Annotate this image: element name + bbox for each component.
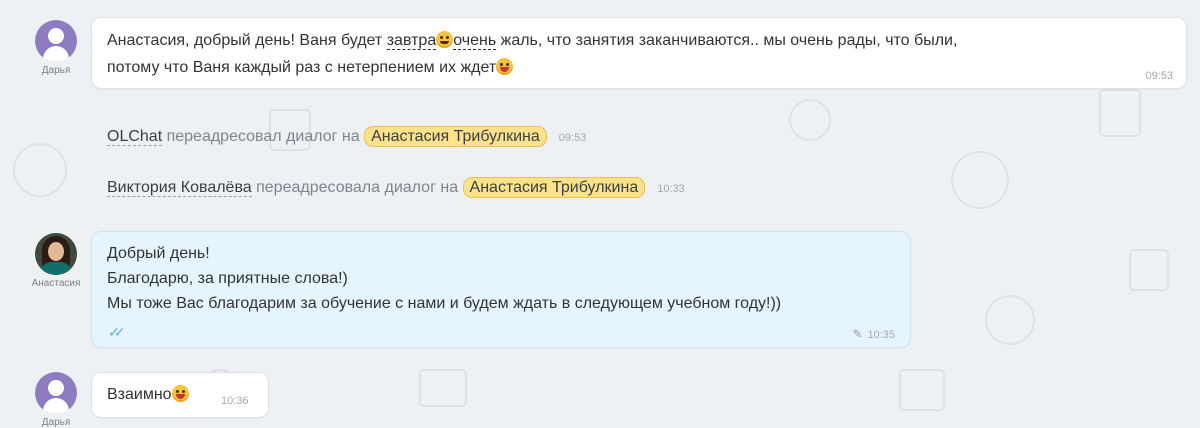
author-name: Дарья [41,417,71,428]
avatar[interactable] [35,233,77,275]
avatar[interactable] [35,372,77,414]
message-time: 10:36 [221,395,249,407]
operator-tag[interactable]: Анастасия Трибулкина [462,177,646,198]
author-block: Анастасия [30,233,82,289]
smiling-face-icon [436,31,454,48]
message-time: 09:53 [1145,70,1173,82]
avatar[interactable] [35,20,77,62]
link-text[interactable]: очень [453,32,497,50]
user-icon [48,380,64,396]
message-text: Анастасия, добрый день! Ваня будет завтр… [107,31,958,50]
author-block: Дарья [30,372,82,428]
user-icon [48,28,64,44]
message-bubble[interactable]: Добрый день! Благодарю, за приятные слов… [91,231,911,348]
system-message: OLChat переадресовал диалог на Анастасия… [107,126,587,147]
message-text: потому что Ваня каждый раз с нетерпением… [107,55,514,80]
double-check-icon: ✓✓ [108,324,126,340]
message-bubble[interactable]: Взаимно 10:36 [91,372,269,418]
system-author[interactable]: OLChat [107,128,163,146]
operator-tag[interactable]: Анастасия Трибулкина [364,126,547,147]
message-text: Взаимно [107,382,189,407]
system-author[interactable]: Виктория Ковалёва [107,179,252,197]
pencil-icon: ✎ [852,327,863,341]
message-bubble[interactable]: Анастасия, добрый день! Ваня будет завтр… [91,17,1187,89]
message-time: 10:35 [867,329,895,341]
grinning-face-icon [496,58,514,75]
system-time: 10:33 [657,183,685,195]
grinning-face-icon [171,385,189,402]
author-block: Дарья [30,20,82,76]
author-name: Дарья [41,65,71,76]
message-text: Добрый день! Благодарю, за приятные слов… [107,245,782,312]
link-text[interactable]: завтра [386,32,437,50]
message-meta: ✎ 10:35 [852,321,895,348]
system-message: Виктория Ковалёва переадресовала диалог … [107,177,685,198]
author-name: Анастасия [31,278,81,289]
system-time: 09:53 [558,132,587,144]
